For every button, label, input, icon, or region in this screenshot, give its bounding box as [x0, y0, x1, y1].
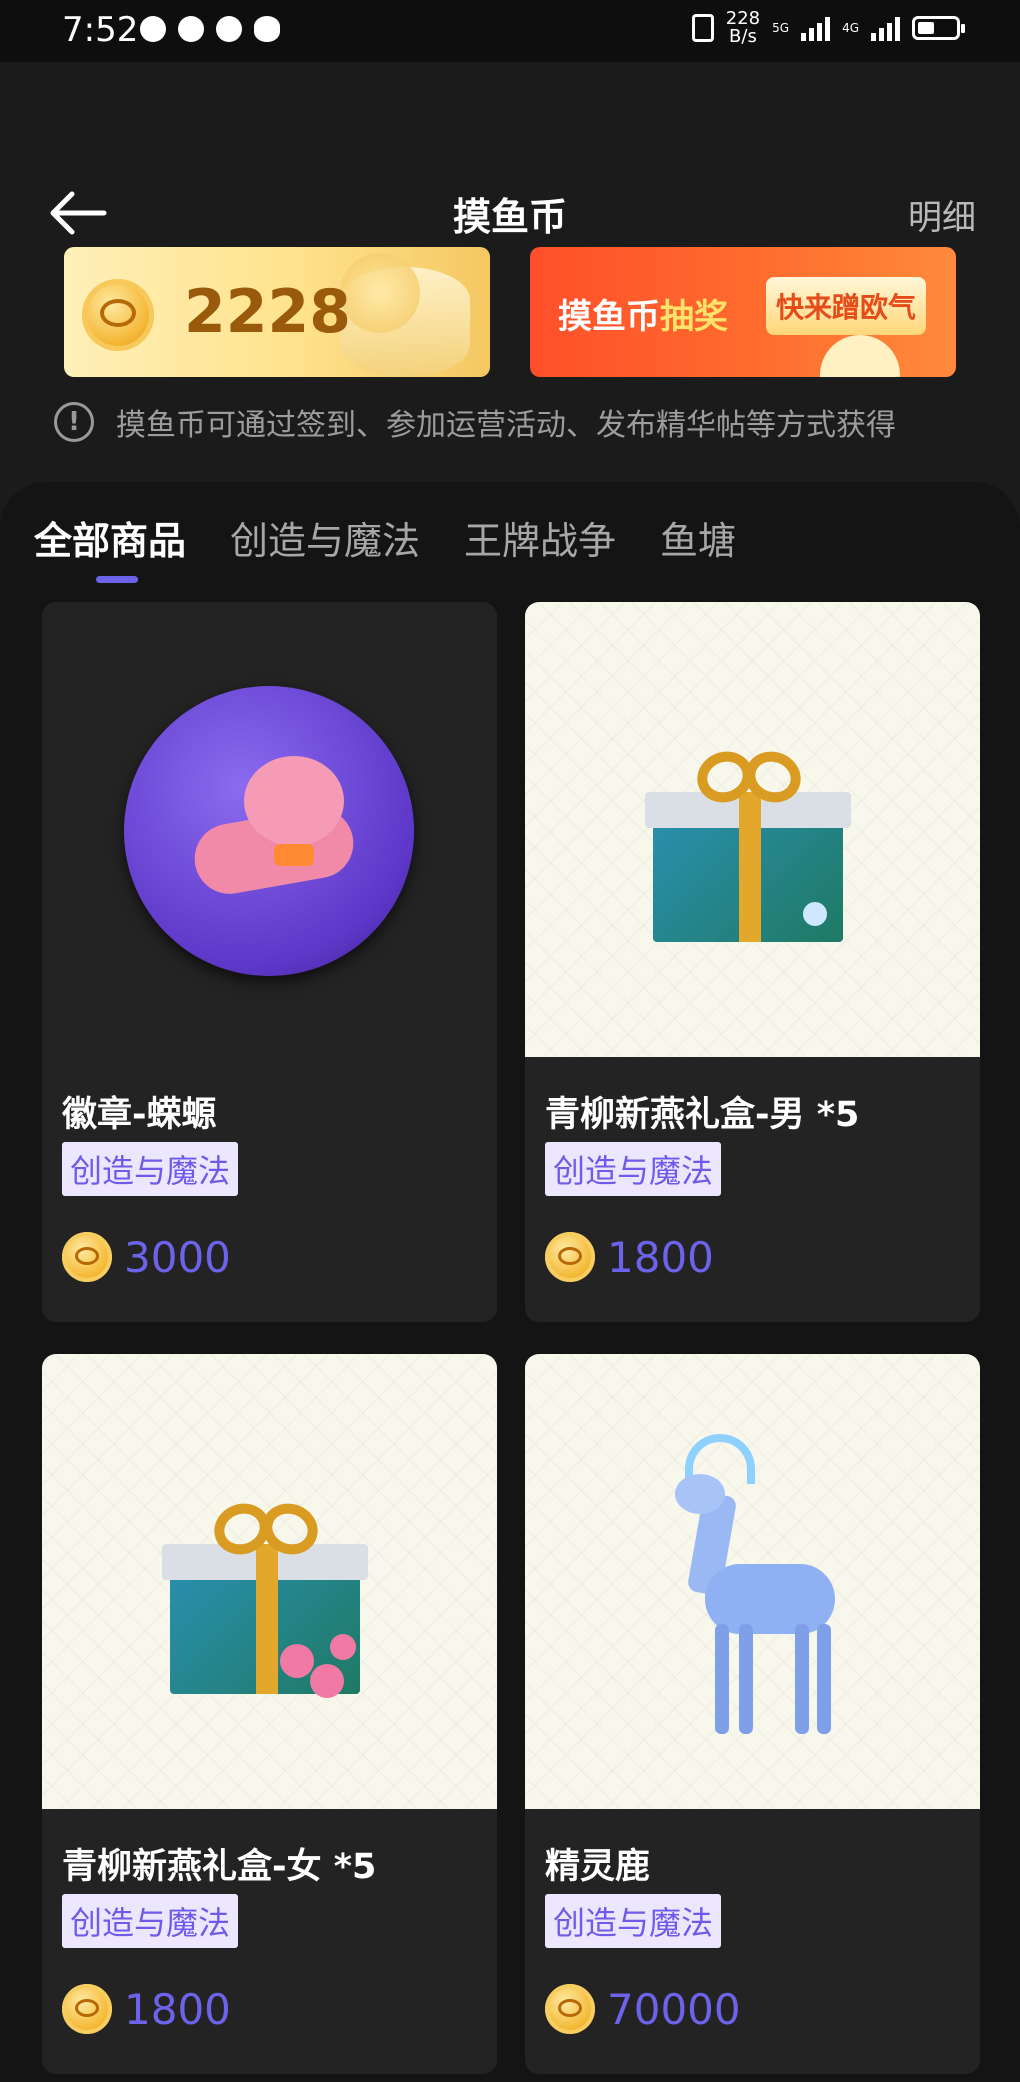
info-text: 摸鱼币可通过签到、参加运营活动、发布精华帖等方式获得: [116, 408, 896, 443]
product-card[interactable]: 青柳新燕礼盒-男 *5 创造与魔法 1800: [525, 602, 980, 1322]
info-row: ! 摸鱼币可通过签到、参加运营活动、发布精华帖等方式获得: [54, 400, 896, 444]
product-image: [42, 1354, 497, 1809]
product-sheet: 全部商品 创造与魔法 王牌战争 鱼塘 徽章-蝾螈 创造与魔法 3000 青柳新燕…: [0, 482, 1020, 2082]
product-price: 70000: [545, 1984, 741, 2034]
page-title: 摸鱼币: [452, 195, 567, 239]
product-image: [42, 602, 497, 1057]
status-right: 228 B/s 5G 4G: [691, 10, 965, 46]
vibrate-icon: [691, 14, 714, 42]
axolotl-badge-image: [124, 686, 414, 976]
hand-icon: [216, 16, 242, 42]
product-image: [525, 602, 980, 1057]
gift-box-image: [645, 743, 851, 942]
notification-icons: [140, 16, 280, 42]
detail-link[interactable]: 明细: [908, 190, 976, 239]
net-speed: 228 B/s: [726, 10, 760, 46]
product-name: 精灵鹿: [545, 1847, 651, 1887]
qq-icon: [140, 16, 166, 42]
balance-card: 2228: [64, 247, 490, 377]
signal-icon: [801, 15, 831, 41]
category-tabs: 全部商品 创造与魔法 王牌战争 鱼塘: [34, 510, 736, 565]
info-icon: !: [54, 402, 94, 442]
product-name: 青柳新燕礼盒-女 *5: [62, 1847, 377, 1887]
lottery-badge: 快来蹭欧气: [766, 277, 926, 335]
tab-indicator: [96, 576, 138, 583]
fish-coin-icon: [62, 1984, 112, 2034]
net-speed-unit: B/s: [729, 26, 757, 47]
tab-ace-war[interactable]: 王牌战争: [464, 510, 616, 565]
fish-coin-icon: [545, 1232, 595, 1282]
gift-icon: [820, 335, 900, 377]
product-grid: 徽章-蝾螈 创造与魔法 3000 青柳新燕礼盒-男 *5 创造与魔法 1800: [42, 602, 980, 2074]
price-value: 70000: [607, 1984, 741, 2034]
app-icon: [178, 16, 204, 42]
product-image: [525, 1354, 980, 1809]
product-name: 徽章-蝾螈: [62, 1095, 217, 1135]
tab-fish-pond[interactable]: 鱼塘: [660, 510, 736, 565]
product-price: 1800: [545, 1232, 714, 1282]
lottery-title-prefix: 摸鱼币: [558, 297, 660, 337]
product-price: 1800: [62, 1984, 231, 2034]
product-tag: 创造与魔法: [545, 1142, 722, 1196]
product-card[interactable]: 青柳新燕礼盒-女 *5 创造与魔法 1800: [42, 1354, 497, 2074]
fish-coin-icon: [62, 1232, 112, 1282]
tab-creation-magic[interactable]: 创造与魔法: [230, 510, 420, 565]
price-value: 1800: [124, 1984, 231, 2034]
lottery-title: 摸鱼币抽奖: [558, 289, 728, 338]
sim1-label: 5G: [772, 21, 790, 35]
balance-value: 2228: [184, 277, 351, 347]
status-time: 7:52: [62, 10, 139, 50]
signal-icon-2: [871, 15, 900, 41]
decor-coin: [340, 253, 420, 333]
product-price: 3000: [62, 1232, 231, 1282]
product-card[interactable]: 精灵鹿 创造与魔法 70000: [525, 1354, 980, 2074]
lottery-banner[interactable]: 摸鱼币抽奖 快来蹭欧气: [530, 247, 956, 377]
spirit-deer-image: [675, 1434, 855, 1754]
tab-all-products[interactable]: 全部商品: [34, 510, 186, 565]
product-name: 青柳新燕礼盒-男 *5: [545, 1095, 860, 1135]
fish-coin-icon: [82, 279, 154, 351]
battery-icon: [912, 16, 965, 40]
lottery-title-highlight: 抽奖: [660, 297, 728, 337]
product-tag: 创造与魔法: [62, 1142, 239, 1196]
sim2-label: 4G: [842, 21, 859, 35]
price-value: 3000: [124, 1232, 231, 1282]
gift-box-flowers-image: [162, 1495, 368, 1698]
status-bar: 7:52 228 B/s 5G 4G: [0, 0, 1020, 62]
product-card[interactable]: 徽章-蝾螈 创造与魔法 3000: [42, 602, 497, 1322]
eye-icon: [254, 16, 280, 42]
product-tag: 创造与魔法: [62, 1894, 239, 1948]
price-value: 1800: [607, 1232, 714, 1282]
fish-coin-icon: [545, 1984, 595, 2034]
product-tag: 创造与魔法: [545, 1894, 722, 1948]
